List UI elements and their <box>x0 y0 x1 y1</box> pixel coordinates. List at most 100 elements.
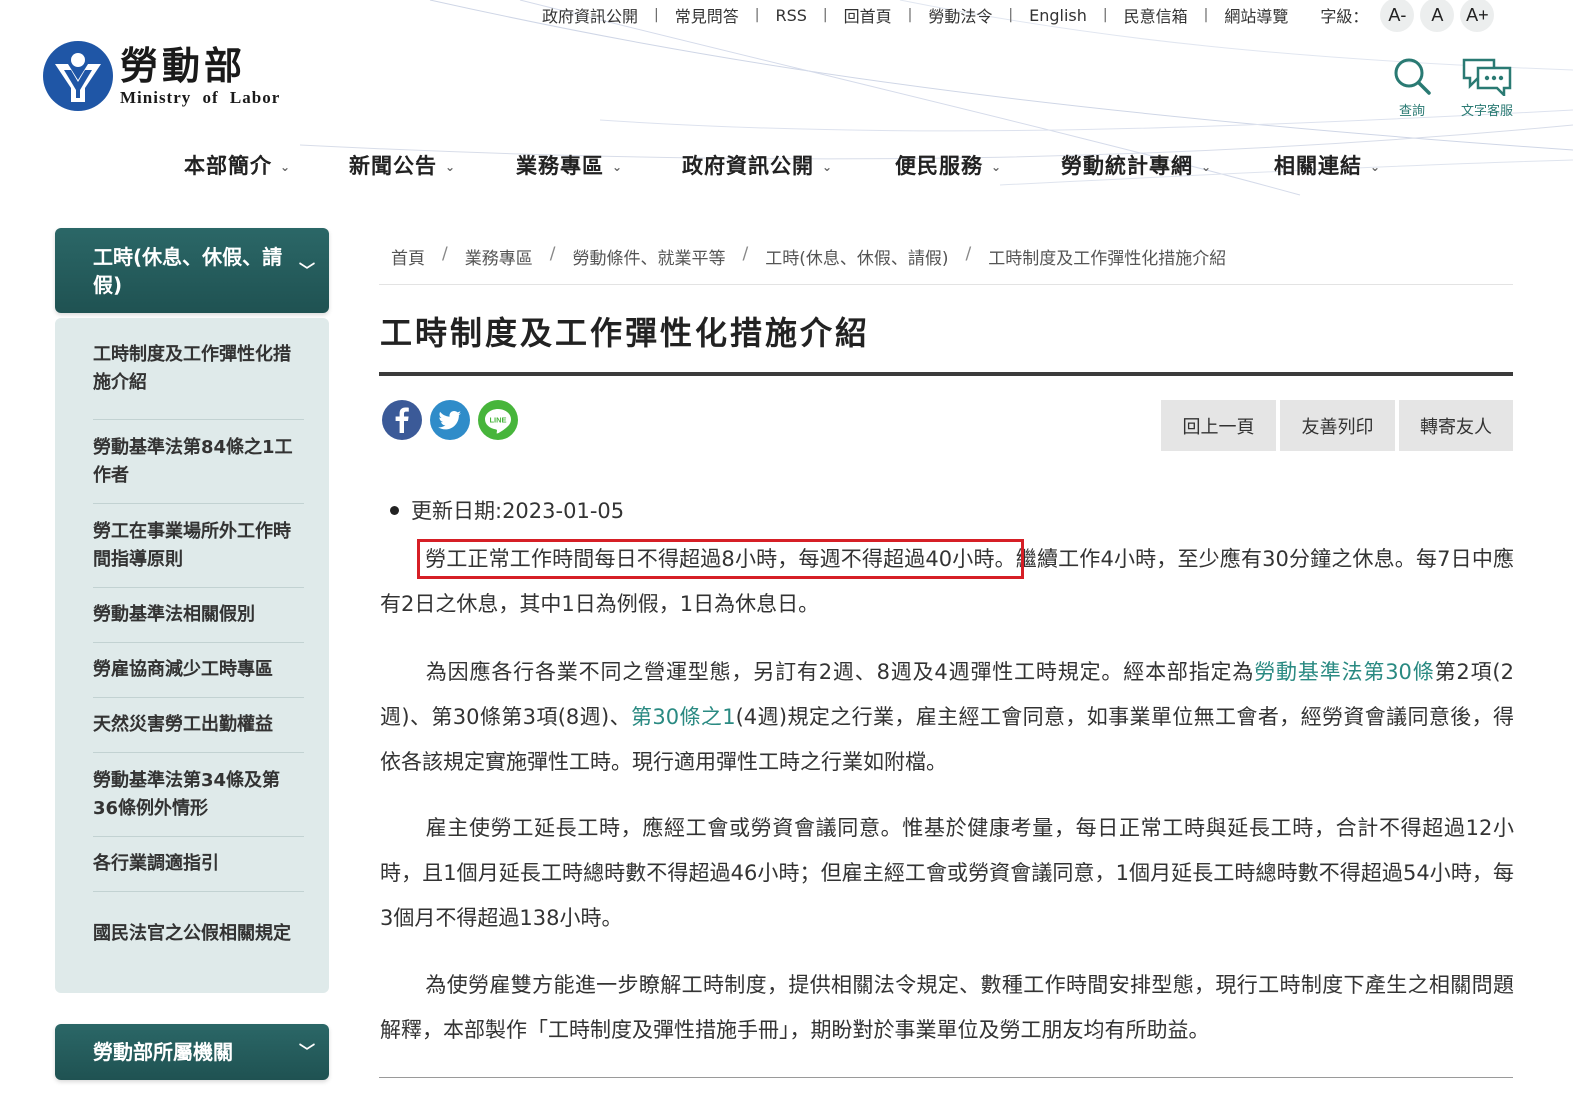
chevron-down-icon: ⌄ <box>445 160 457 174</box>
nav-item-label: 新聞公告 <box>349 154 437 178</box>
font-size-small-button[interactable]: A- <box>1380 0 1415 32</box>
logo-name-english: Ministry of Labor <box>120 88 281 107</box>
text-service-tool-button[interactable]: 文字客服 <box>1460 56 1514 119</box>
sidebar-item-label: 天然災害勞工出勤權益 <box>93 714 273 735</box>
paragraph-text: 為使勞雇雙方能進一步瞭解工時制度，提供相關法令規定、數種工作時間安排型態，現行工… <box>380 973 1514 1042</box>
util-separator: | <box>754 7 760 23</box>
sidebar-item-label: 勞動基準法相關假別 <box>93 604 255 625</box>
sidebar-section2-title: 勞動部所屬機關 <box>93 1040 233 1064</box>
text-service-tool-label: 文字客服 <box>1460 104 1513 119</box>
nav-item-label: 業務專區 <box>516 154 604 178</box>
breadcrumb-current: 工時制度及工作彈性化措施介紹 <box>988 249 1227 269</box>
util-separator: | <box>1203 7 1209 23</box>
nav-item-services[interactable]: 便民服務 ⌄ <box>895 150 1061 180</box>
search-tool-button[interactable]: 查詢 <box>1392 56 1432 119</box>
util-link-home[interactable]: 回首頁 <box>842 3 894 27</box>
breadcrumb-separator: / <box>442 244 448 264</box>
sidebar-section-title: 工時(休息、休假、請假) <box>93 244 283 297</box>
util-separator: | <box>822 7 828 23</box>
sidebar-item-citizen-judge-leave[interactable]: 國民法官之公假相關規定 <box>93 892 304 976</box>
font-size-medium-button[interactable]: A <box>1420 0 1455 32</box>
sidebar-item-label: 各行業調適指引 <box>93 853 219 874</box>
chevron-down-icon: ⌄ <box>1201 160 1213 174</box>
breadcrumb-business[interactable]: 業務專區 <box>465 244 533 269</box>
site-logo[interactable]: 勞動部 Ministry of Labor <box>42 40 280 112</box>
main-navigation: 本部簡介 ⌄ 新聞公告 ⌄ 業務專區 ⌄ 政府資訊公開 ⌄ 便民服務 ⌄ 勞動統計專網 ⌄ … <box>184 150 1381 180</box>
title-divider <box>379 372 1513 376</box>
util-link-labor-law[interactable]: 勞動法令 <box>926 3 994 27</box>
share-facebook-button[interactable] <box>382 400 422 440</box>
font-size-label: 字級： <box>1320 7 1369 26</box>
breadcrumb-separator: / <box>965 244 972 264</box>
sidebar-item-work-hours-intro[interactable]: 工時制度及工作彈性化措施介紹 <box>93 318 304 420</box>
sidebar-item-article-34-36[interactable]: 勞動基準法第34條及第36條例外情形 <box>93 753 304 837</box>
content-paragraph-1: 勞工正常工作時間每日不得超過8小時，每週不得超過40小時。繼續工作4小時，至少應… <box>380 537 1514 627</box>
util-link-mailbox[interactable]: 民意信箱 <box>1122 3 1190 27</box>
sidebar-item-reduced-hours[interactable]: 勞雇協商減少工時專區 <box>93 643 304 698</box>
font-size-large-button[interactable]: A+ <box>1460 0 1495 32</box>
search-tool-label: 查詢 <box>1398 104 1425 119</box>
sidebar-item-offsite-work[interactable]: 勞工在事業場所外工作時間指導原則 <box>93 504 304 588</box>
nav-item-about[interactable]: 本部簡介 ⌄ <box>184 150 349 180</box>
paragraph-text: 雇主使勞工延長工時，應經工會或勞資會議同意。惟基於健康考量，每日正常工時與延長工… <box>380 816 1514 930</box>
update-date-text: 更新日期:2023-01-05 <box>411 499 625 523</box>
breadcrumb: 首頁 / 業務專區 / 勞動條件、就業平等 / 工時(休息、休假、請假) / 工… <box>391 244 1226 269</box>
content-paragraph-4: 為使勞雇雙方能進一步瞭解工時制度，提供相關法令規定、數種工作時間安排型態，現行工… <box>380 963 1514 1053</box>
sidebar-item-label: 勞工在事業場所外工作時間指導原則 <box>93 520 291 570</box>
breadcrumb-home[interactable]: 首頁 <box>391 244 425 269</box>
sidebar-item-disaster-rights[interactable]: 天然災害勞工出勤權益 <box>93 698 304 753</box>
facebook-icon <box>395 407 409 433</box>
nav-item-links[interactable]: 相關連結 ⌄ <box>1274 150 1381 180</box>
sidebar-item-leave-types[interactable]: 勞動基準法相關假別 <box>93 588 304 643</box>
sidebar-section2-header[interactable]: 勞動部所屬機關 ﹀ <box>55 1024 329 1080</box>
nav-item-news[interactable]: 新聞公告 ⌄ <box>349 150 516 180</box>
breadcrumb-divider <box>379 284 1513 285</box>
chevron-down-icon: ⌄ <box>1370 160 1382 174</box>
sidebar-item-label: 勞雇協商減少工時專區 <box>93 659 273 680</box>
util-separator: | <box>654 7 659 23</box>
back-button[interactable]: 回上一頁 <box>1161 400 1276 451</box>
sidebar-section-header[interactable]: 工時(休息、休假、請假) ﹀ <box>55 228 329 313</box>
sidebar-item-industry-guide[interactable]: 各行業調適指引 <box>93 837 304 892</box>
page-title: 工時制度及工作彈性化措施介紹 <box>380 314 871 352</box>
util-link-english[interactable]: English <box>1027 6 1089 25</box>
util-link-faq[interactable]: 常見問答 <box>673 3 741 27</box>
update-date: 更新日期:2023-01-05 <box>390 495 624 525</box>
highlighted-text: 勞工正常工作時間每日不得超過8小時，每週不得超過40小時。 <box>417 539 1024 579</box>
nav-item-label: 政府資訊公開 <box>682 154 814 178</box>
chevron-down-icon: ⌄ <box>991 160 1003 174</box>
search-icon <box>1394 58 1431 95</box>
share-twitter-button[interactable] <box>430 400 470 440</box>
header-decoration <box>299 0 1573 196</box>
breadcrumb-separator: / <box>549 244 556 264</box>
nav-item-statistics[interactable]: 勞動統計專網 ⌄ <box>1061 150 1274 180</box>
nav-item-label: 相關連結 <box>1274 154 1362 178</box>
nav-item-gov-info[interactable]: 政府資訊公開 ⌄ <box>682 150 895 180</box>
chevron-down-icon: ﹀ <box>298 260 315 280</box>
bullet-dot <box>390 505 399 515</box>
line-icon: LINE <box>485 409 511 434</box>
paragraph-text: 為因應各行各業不同之營運型態，另訂有2週、8週及4週彈性工時規定。經本部指定為 <box>425 660 1255 684</box>
util-separator: | <box>1008 7 1014 23</box>
util-separator: | <box>1102 7 1108 23</box>
link-article-30-1[interactable]: 第30條之1 <box>631 705 736 729</box>
breadcrumb-work-hours[interactable]: 工時(休息、休假、請假) <box>765 244 948 269</box>
breadcrumb-labor-conditions[interactable]: 勞動條件、就業平等 <box>572 244 725 269</box>
forward-to-friend-button[interactable]: 轉寄友人 <box>1399 400 1513 451</box>
sidebar-menu: 工時制度及工作彈性化措施介紹 勞動基準法第84條之1工作者 勞工在事業場所外工作… <box>55 318 329 993</box>
nav-item-business[interactable]: 業務專區 ⌄ <box>516 150 682 180</box>
content-paragraph-2: 為因應各行各業不同之營運型態，另訂有2週、8週及4週彈性工時規定。經本部指定為勞… <box>380 650 1514 785</box>
print-button[interactable]: 友善列印 <box>1280 400 1395 451</box>
twitter-bird-icon <box>438 411 461 430</box>
util-link-rss[interactable]: RSS <box>773 6 808 25</box>
content-paragraph-3: 雇主使勞工延長工時，應經工會或勞資會議同意。惟基於健康考量，每日正常工時與延長工… <box>380 806 1514 941</box>
sidebar-item-label: 勞動基準法第34條及第36條例外情形 <box>93 769 281 819</box>
breadcrumb-separator: / <box>742 244 749 264</box>
sidebar-item-article-84-1[interactable]: 勞動基準法第84條之1工作者 <box>93 420 304 504</box>
nav-item-label: 本部簡介 <box>184 154 272 178</box>
util-link-sitemap[interactable]: 網站導覽 <box>1222 3 1290 27</box>
link-article-30[interactable]: 勞動基準法第30條 <box>1254 660 1434 684</box>
share-line-button[interactable]: LINE <box>478 400 518 440</box>
sidebar-item-label: 勞動基準法第84條之1工作者 <box>93 436 293 486</box>
util-link-gov-info[interactable]: 政府資訊公開 <box>540 3 640 27</box>
